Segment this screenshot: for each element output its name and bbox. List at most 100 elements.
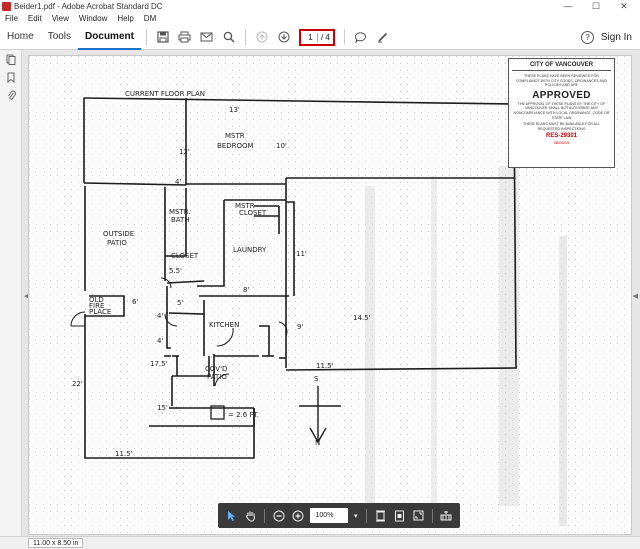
stamp-available-text: THESE PLANS MUST BE AVAILABLE FOR ALL RE…	[522, 122, 601, 131]
sign-in-link[interactable]: Sign In	[601, 25, 632, 50]
full-screen-icon[interactable]	[409, 503, 428, 528]
attachment-icon[interactable]	[0, 86, 22, 104]
room-covd-patio: COV'D	[205, 365, 227, 373]
stamp-approved: APPROVED	[532, 89, 591, 101]
stamp-reviewed-text: THESE PLANS HAVE BEEN REVIEWED FOR COMPL…	[515, 74, 608, 88]
approval-stamp: CITY OF VANCOUVER THESE PLANS HAVE BEEN …	[508, 58, 615, 168]
maximize-button[interactable]: ☐	[584, 0, 608, 12]
room-closet: CLOSET	[171, 252, 199, 260]
page-number-control: 1 / 4	[298, 28, 335, 46]
room-mstr-bedroom: MSTR	[225, 132, 245, 140]
menu-view[interactable]: View	[47, 12, 74, 25]
floating-toolbar-divider	[264, 508, 266, 523]
email-icon[interactable]	[196, 25, 218, 50]
page-number-input[interactable]: 1	[304, 32, 318, 42]
dimension-label: 5'	[177, 299, 183, 307]
dimension-label: 11.5'	[115, 450, 133, 458]
dimension-label: 4'	[175, 178, 181, 186]
tab-home[interactable]: Home	[0, 25, 41, 50]
title-bar: Beider1.pdf - Adobe Acrobat Standard DC …	[0, 0, 640, 12]
page-size-readout[interactable]: 11.00 x 8.50 in	[28, 538, 84, 548]
dimension-label: 17.5'	[150, 360, 168, 368]
room-kitchen: KITCHEN	[209, 321, 239, 329]
compass-label-n: N	[315, 439, 320, 447]
zoom-in-icon[interactable]	[288, 503, 307, 528]
read-mode-icon[interactable]	[437, 503, 456, 528]
room-mstr-bath: BATH	[171, 216, 190, 224]
dimension-label: 4'	[157, 337, 163, 345]
fit-page-icon[interactable]	[390, 503, 409, 528]
expand-right-pane-icon[interactable]: ◀	[633, 292, 638, 300]
window-title: Beider1.pdf - Adobe Acrobat Standard DC	[14, 1, 163, 11]
dimension-label: 13'	[229, 106, 240, 114]
select-cursor-icon[interactable]	[222, 503, 241, 528]
next-page-icon[interactable]	[273, 25, 295, 50]
dimension-label: 11'	[296, 250, 307, 258]
comment-icon[interactable]	[350, 25, 372, 50]
scan-band	[431, 176, 437, 526]
zoom-level-field[interactable]: 100%	[309, 508, 349, 523]
tab-document[interactable]: Document	[78, 25, 141, 50]
toolbar-divider	[145, 29, 147, 45]
tab-tools[interactable]: Tools	[41, 25, 78, 50]
main-toolbar: Home Tools Document 1 / 4 ? Sign In	[0, 25, 640, 50]
zoom-dropdown-chevron-down-icon[interactable]: ▾	[350, 503, 361, 528]
dimension-label: 6'	[132, 298, 138, 306]
dimension-label: 22'	[72, 380, 83, 388]
page-thumbnails-icon[interactable]	[0, 50, 22, 68]
floating-toolbar-divider	[365, 508, 367, 523]
dimension-label: 9'	[297, 323, 303, 331]
dimension-label: 14.5'	[353, 314, 371, 322]
old-fireplace-label: PLACE	[89, 308, 111, 316]
status-bar: 11.00 x 8.50 in	[0, 536, 640, 549]
scale-legend-text: = 2.6 FT.	[228, 411, 259, 419]
menu-file[interactable]: File	[0, 12, 23, 25]
zoom-out-icon[interactable]	[269, 503, 288, 528]
room-mstr-bedroom: BEDROOM	[217, 142, 254, 150]
close-button[interactable]: ✕	[612, 0, 636, 12]
save-icon[interactable]	[152, 25, 174, 50]
help-icon[interactable]: ?	[581, 31, 594, 44]
scan-band	[365, 186, 375, 526]
dimension-label: 8'	[243, 286, 249, 294]
acrobat-window: Beider1.pdf - Adobe Acrobat Standard DC …	[0, 0, 640, 549]
stamp-permit-number: RES-29301	[545, 133, 578, 140]
menu-bar: File Edit View Window Help DM	[0, 12, 640, 25]
toolbar-divider	[244, 29, 246, 45]
fit-page-scroll-icon[interactable]	[370, 503, 389, 528]
menu-help[interactable]: Help	[112, 12, 138, 25]
plan-title: CURRENT FLOOR PLAN	[125, 90, 205, 98]
print-icon[interactable]	[174, 25, 196, 50]
search-icon[interactable]	[218, 25, 240, 50]
stamp-date: 08/05/19	[553, 140, 570, 146]
compass-label-s: S	[314, 375, 319, 383]
bookmark-icon[interactable]	[0, 68, 22, 86]
dimension-label: 10'	[276, 142, 287, 150]
room-outside-patio: OUTSIDE	[103, 230, 134, 238]
menu-edit[interactable]: Edit	[23, 12, 47, 25]
menu-dm[interactable]: DM	[139, 12, 161, 25]
acrobat-app-icon	[2, 1, 11, 11]
room-mstr-closet: CLOSET	[239, 209, 267, 217]
navigation-pane	[0, 50, 22, 536]
page-count: / 4	[320, 32, 330, 42]
scan-band	[559, 236, 567, 526]
stamp-city: CITY OF VANCOUVER	[512, 62, 611, 71]
dimension-label: 11.5'	[316, 362, 334, 370]
minimize-button[interactable]: —	[556, 0, 580, 12]
previous-page-icon[interactable]	[251, 25, 273, 50]
room-covd-patio: PATIO	[207, 373, 227, 381]
dimension-label: 12'	[179, 148, 190, 156]
menu-window[interactable]: Window	[74, 12, 112, 25]
document-page: CURRENT FLOOR PLAN MSTR BEDROOM MSTR. BA…	[28, 55, 633, 536]
hand-tool-icon[interactable]	[241, 503, 260, 528]
stamp-approval-note: THE APPROVAL OF THESE PLANS BY THE CITY …	[513, 101, 610, 120]
toolbar-divider	[343, 29, 345, 45]
floating-toolbar-divider	[431, 508, 433, 523]
highlight-pen-icon[interactable]	[372, 25, 394, 50]
room-outside-patio: PATIO	[107, 239, 127, 247]
room-mstr-bath: MSTR.	[169, 208, 191, 216]
dimension-label: 15'	[157, 404, 168, 412]
dimension-label: 4'	[157, 312, 163, 320]
floating-view-toolbar: 100% ▾	[218, 503, 460, 528]
